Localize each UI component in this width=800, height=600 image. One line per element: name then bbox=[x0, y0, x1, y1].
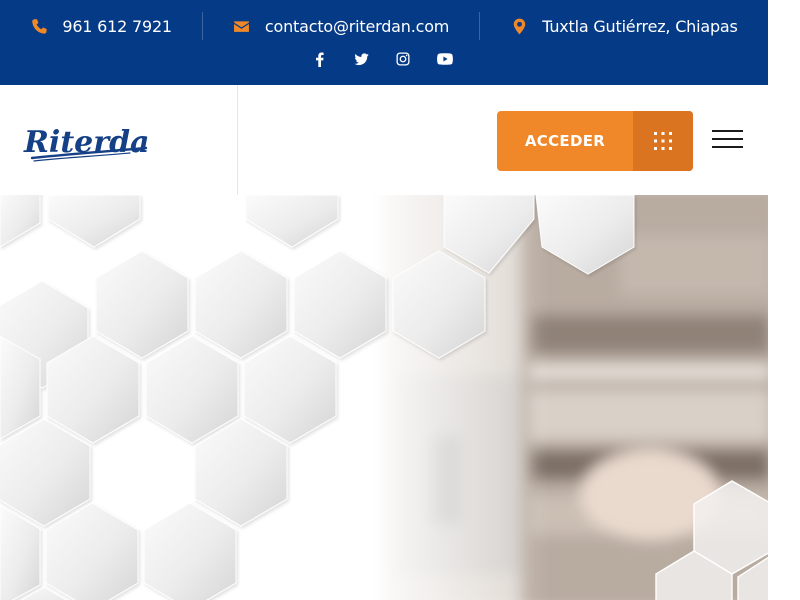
top-contact-bar: 961 612 7921 contacto@riterdan.com Tuxtl… bbox=[0, 0, 768, 85]
map-marker-icon bbox=[510, 17, 528, 35]
youtube-icon[interactable] bbox=[435, 49, 455, 69]
contact-phone[interactable]: 961 612 7921 bbox=[0, 12, 202, 40]
social-links bbox=[0, 49, 766, 69]
location-text: Tuxtla Gutiérrez, Chiapas bbox=[542, 16, 738, 36]
hero-background-image bbox=[0, 195, 768, 600]
contact-email[interactable]: contacto@riterdan.com bbox=[201, 12, 479, 40]
twitter-icon[interactable] bbox=[351, 49, 371, 69]
phone-number: 961 612 7921 bbox=[62, 16, 172, 36]
brand-area: Riterdan bbox=[0, 85, 238, 195]
contact-location[interactable]: Tuxtla Gutiérrez, Chiapas bbox=[479, 12, 767, 40]
facebook-icon[interactable] bbox=[309, 49, 329, 69]
page: 961 612 7921 contacto@riterdan.com Tuxtl… bbox=[0, 0, 768, 600]
access-button-label: ACCEDER bbox=[524, 132, 606, 150]
riterdan-logo[interactable]: Riterdan bbox=[18, 112, 150, 168]
hamburger-menu-icon[interactable] bbox=[712, 129, 744, 155]
svg-text:Riterdan: Riterdan bbox=[23, 125, 150, 160]
instagram-icon[interactable] bbox=[393, 49, 413, 69]
envelope-icon bbox=[233, 17, 251, 35]
hero-banner bbox=[0, 195, 768, 600]
contact-list: 961 612 7921 contacto@riterdan.com Tuxtl… bbox=[0, 12, 768, 40]
access-button[interactable]: ACCEDER bbox=[497, 111, 693, 171]
grid-dots-icon bbox=[633, 111, 693, 171]
phone-icon bbox=[30, 17, 48, 35]
email-address: contacto@riterdan.com bbox=[264, 16, 450, 36]
site-header: Riterdan ACCEDER bbox=[0, 85, 768, 195]
